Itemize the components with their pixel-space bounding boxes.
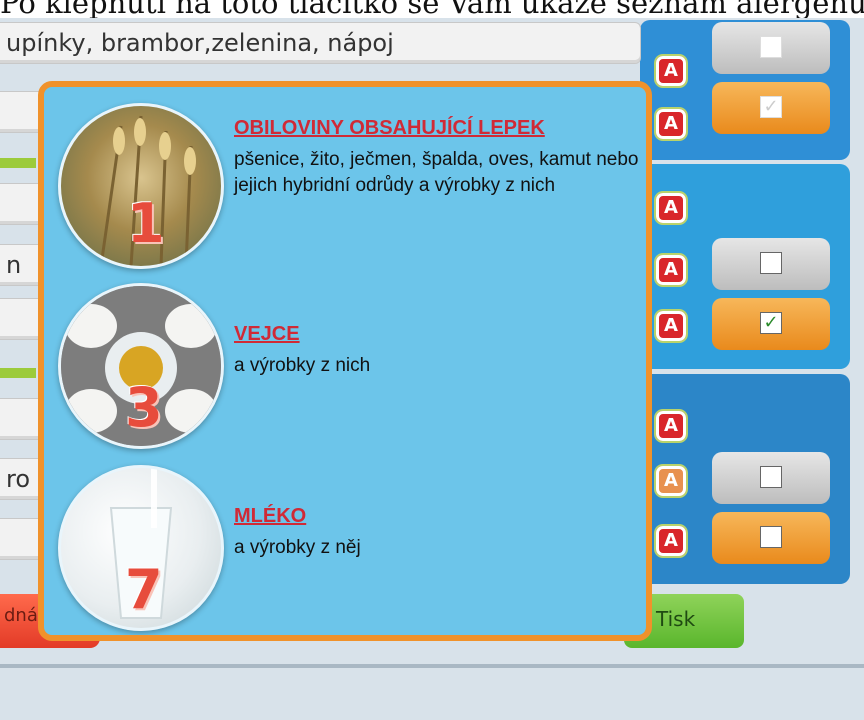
checkbox[interactable] xyxy=(760,526,782,548)
select-button[interactable]: ✓ xyxy=(712,82,830,134)
checkbox[interactable] xyxy=(760,466,782,488)
allergen-badge[interactable]: A xyxy=(656,411,686,441)
allergen-description: pšenice, žito, ječmen, špalda, oves, kam… xyxy=(234,149,639,196)
milk-icon: 7 xyxy=(58,465,224,631)
allergen-title: OBILOVINY OBSAHUJÍCÍ LEPEK xyxy=(234,117,545,139)
select-button[interactable] xyxy=(712,22,830,74)
allergen-number: 7 xyxy=(125,558,163,621)
menu-app: upínky, brambor,zelenina, nápoj n ro A A… xyxy=(0,18,864,720)
menu-row[interactable]: upínky, brambor,zelenina, nápoj xyxy=(0,22,641,64)
allergen-badge[interactable]: A xyxy=(656,193,686,223)
bottom-divider xyxy=(0,664,864,668)
allergen-badge[interactable]: A xyxy=(656,466,686,496)
checkbox[interactable]: ✓ xyxy=(760,312,782,334)
allergen-description: a výrobky z něj xyxy=(234,537,361,558)
allergen-badge[interactable]: A xyxy=(656,109,686,139)
allergen-number: 3 xyxy=(125,376,163,439)
checkbox[interactable] xyxy=(760,36,782,58)
select-button[interactable]: ✓ xyxy=(712,298,830,350)
checkbox[interactable]: ✓ xyxy=(760,96,782,118)
row-stripe xyxy=(0,368,36,378)
select-button[interactable] xyxy=(712,452,830,504)
instruction-caption: Po klepnutí na toto tlačítko se Vám ukáž… xyxy=(0,0,864,20)
select-button[interactable] xyxy=(712,512,830,564)
egg-icon: 3 xyxy=(58,283,224,449)
allergen-badge[interactable]: A xyxy=(656,56,686,86)
allergen-number: 1 xyxy=(127,192,165,255)
row-stripe xyxy=(0,158,36,168)
checkbox[interactable] xyxy=(760,252,782,274)
allergen-title: VEJCE xyxy=(234,323,300,345)
allergen-popup[interactable]: 1 OBILOVINY OBSAHUJÍCÍ LEPEK pšenice, ži… xyxy=(38,81,652,641)
allergen-badge[interactable]: A xyxy=(656,311,686,341)
wheat-icon: 1 xyxy=(58,103,224,269)
allergen-badge[interactable]: A xyxy=(656,255,686,285)
allergen-description: a výrobky z nich xyxy=(234,355,371,376)
select-button[interactable] xyxy=(712,238,830,290)
allergen-badge[interactable]: A xyxy=(656,526,686,556)
allergen-title: MLÉKO xyxy=(234,505,307,527)
